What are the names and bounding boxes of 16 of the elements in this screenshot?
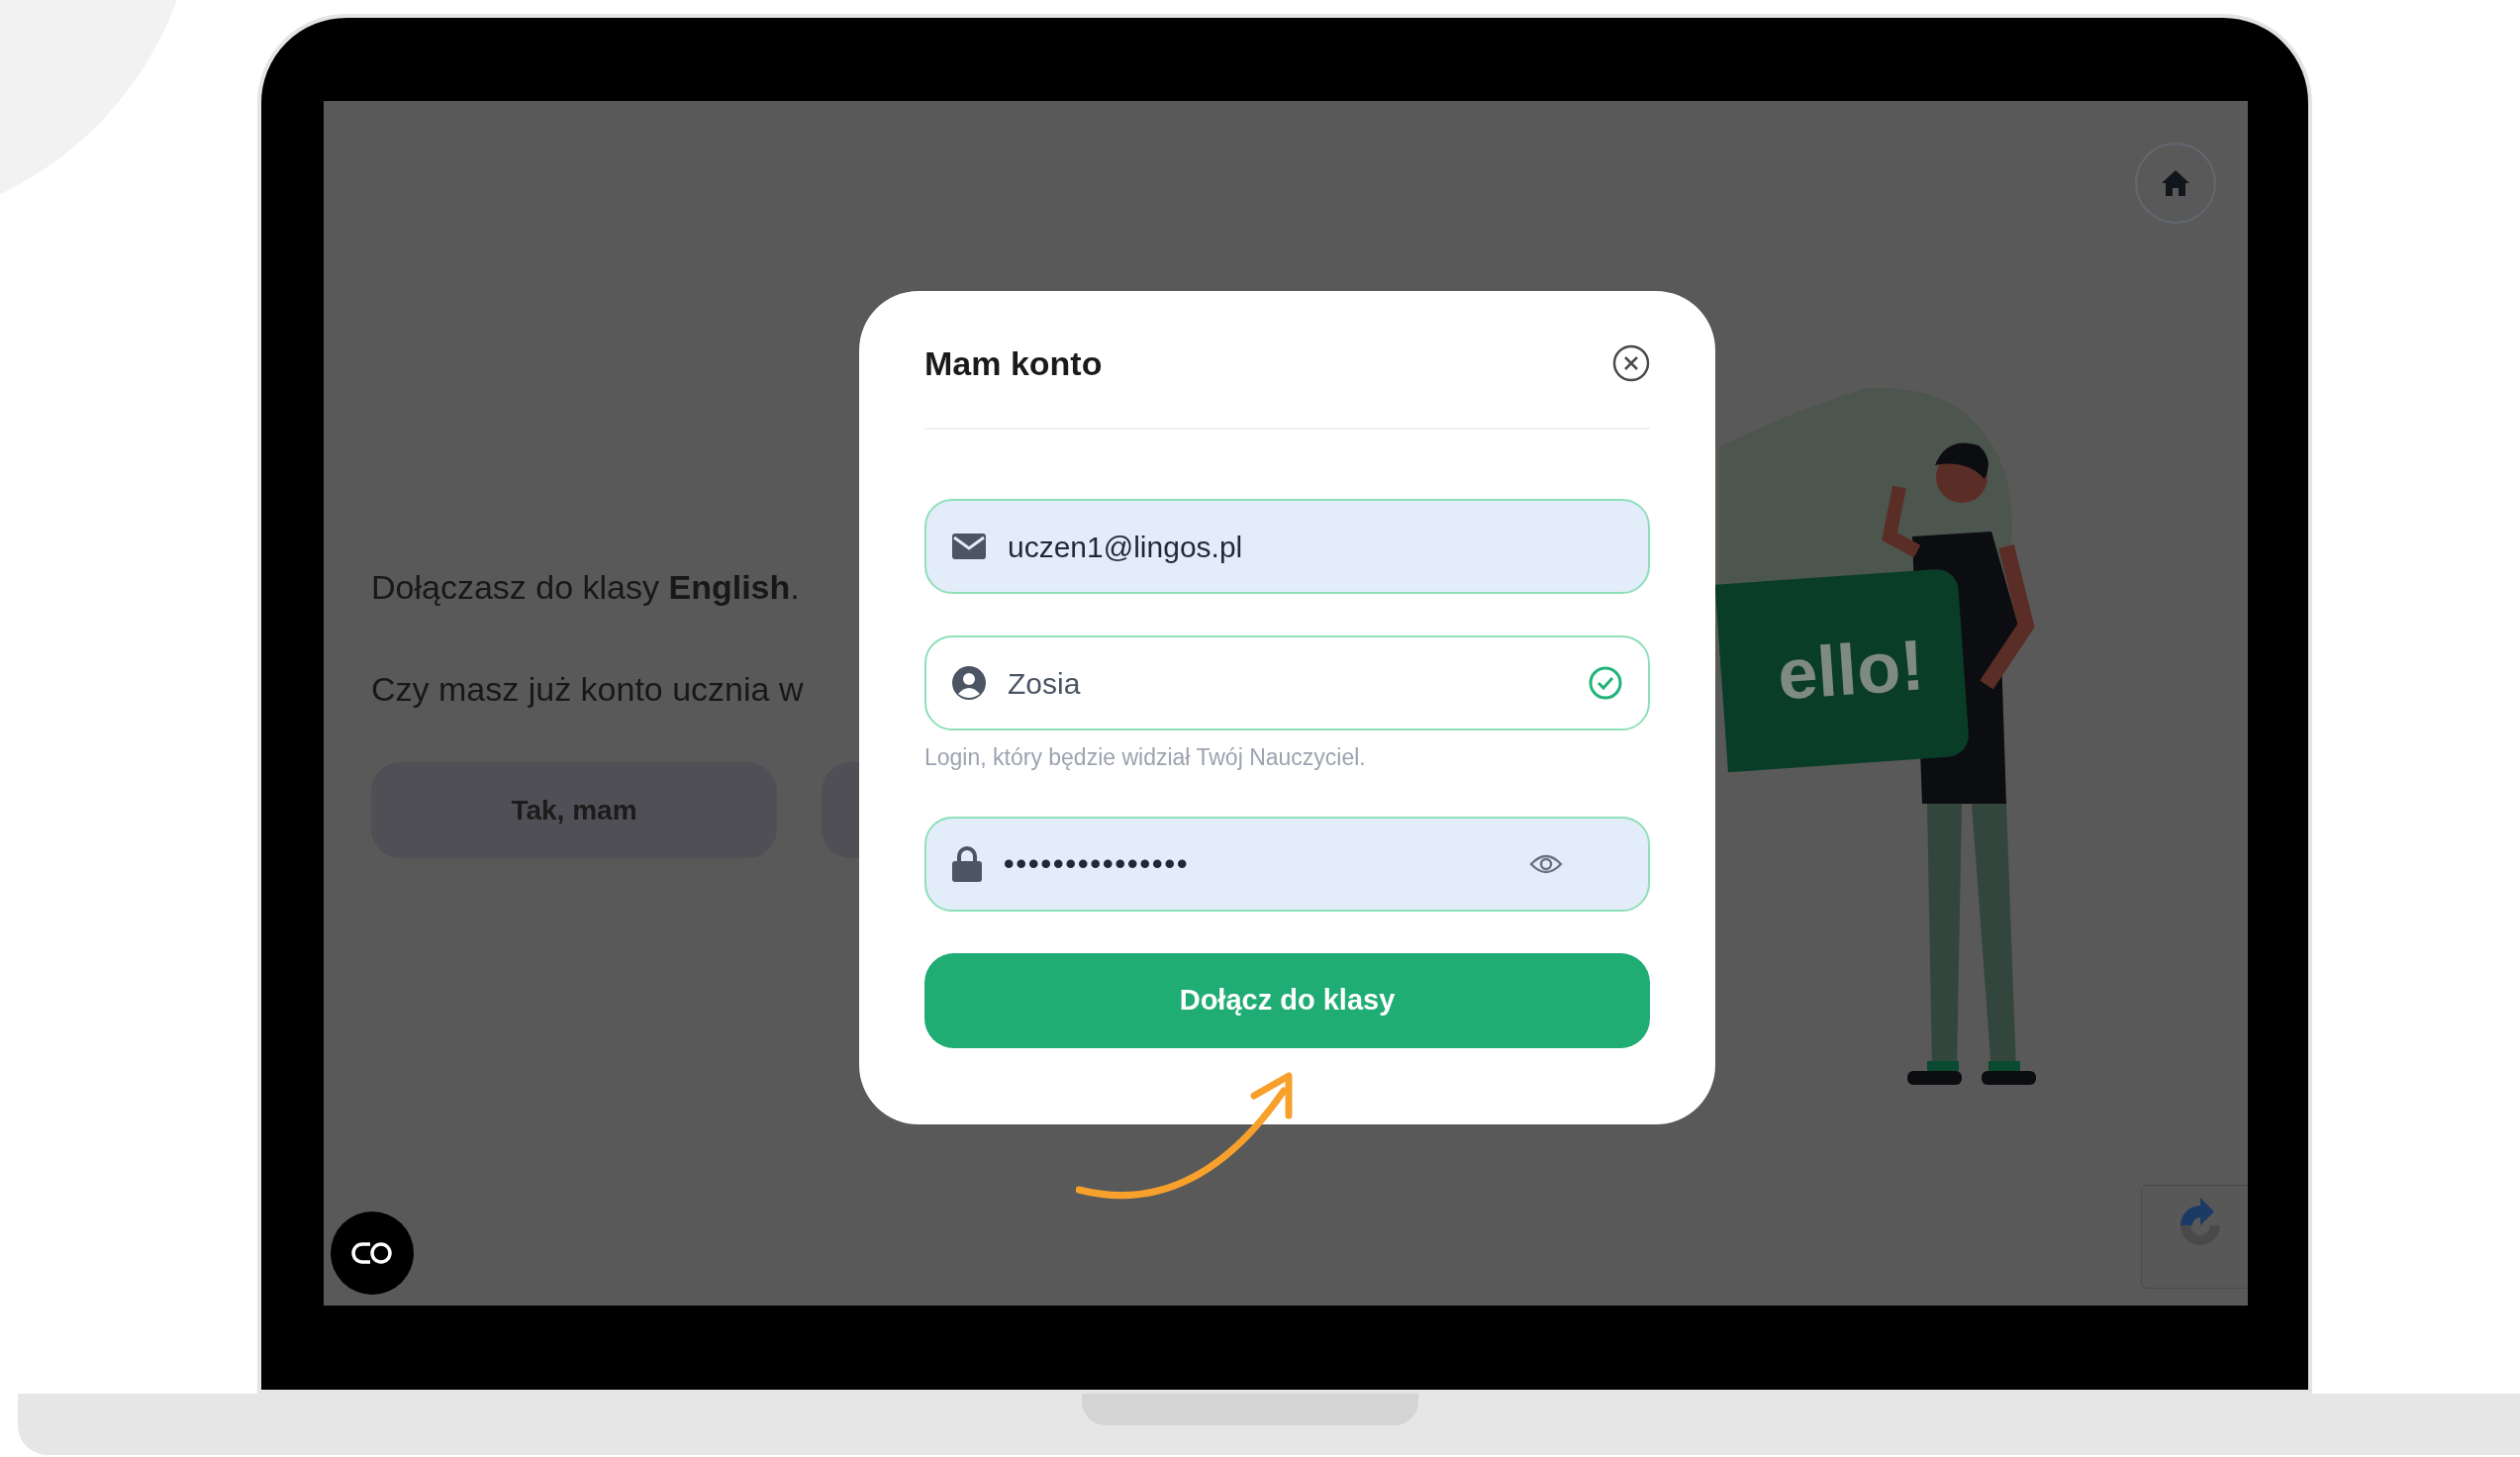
field-hint: Login, który będzie widział Twój Nauczyciel. <box>924 743 1367 772</box>
lock-icon <box>952 845 982 882</box>
intro-text: Dołączasz do klasy English. <box>371 567 800 608</box>
user-icon <box>952 666 986 700</box>
input-field[interactable]: Zosia <box>924 635 1650 730</box>
envelope-icon <box>952 534 986 559</box>
modal-title: Mam konto <box>924 342 1103 384</box>
hello-sign: ello! <box>1714 567 1971 773</box>
question-text: Czy masz już konto ucznia w <box>371 669 804 710</box>
home-button[interactable] <box>2135 143 2216 224</box>
check-circle-icon <box>1589 666 1622 700</box>
link-icon <box>350 1241 394 1265</box>
close-icon[interactable] <box>1612 344 1650 382</box>
input-field[interactable]: ••••••••••••••• <box>924 816 1650 912</box>
input-field[interactable]: uczen1@lingos.pl <box>924 499 1650 594</box>
home-icon <box>2162 170 2189 196</box>
